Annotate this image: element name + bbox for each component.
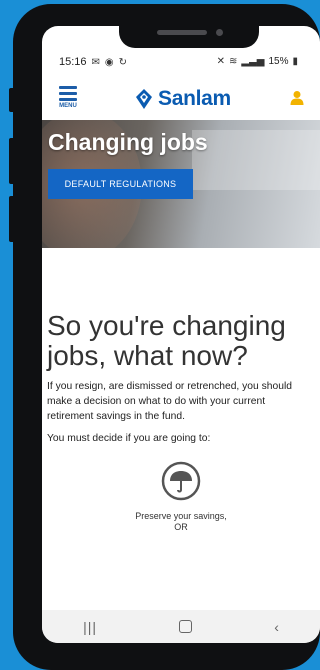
sync-icon: ↻ — [118, 56, 128, 68]
sanlam-logo-icon — [136, 89, 152, 109]
wifi-icon: ≋ — [229, 56, 238, 67]
phone-frame: 15:16 ✉ ◉ ↻ ✕ ≋ ▂▃▅ 15% ▮ MENU Sanlam Ch… — [13, 4, 320, 670]
brand-logo[interactable]: Sanlam — [134, 87, 231, 111]
speaker — [157, 30, 207, 35]
intro-paragraph: If you resign, are dismissed or retrench… — [47, 381, 292, 423]
status-time: 15:16 — [59, 56, 87, 68]
front-camera — [216, 29, 223, 36]
menu-button[interactable]: MENU — [56, 86, 80, 109]
default-regulations-button[interactable]: DEFAULT REGULATIONS — [48, 169, 193, 199]
mute-icon: ✕ — [216, 56, 225, 67]
home-icon[interactable] — [179, 620, 193, 633]
app-icon: ◉ — [104, 56, 114, 68]
preserve-option-label[interactable]: Preserve your savings, — [102, 511, 260, 522]
decision-paragraph: You must decide if you are going to: — [47, 433, 211, 445]
recent-apps-icon[interactable]: ||| — [83, 619, 97, 635]
back-icon[interactable]: ‹ — [274, 619, 279, 635]
hero-banner: Changing jobs DEFAULT REGULATIONS — [42, 120, 320, 248]
signal-icon: ▂▃▅ — [241, 56, 265, 67]
hero-image-window — [192, 130, 320, 190]
brand-name: Sanlam — [158, 87, 231, 110]
umbrella-icon[interactable] — [161, 461, 201, 501]
status-bar: 15:16 ✉ ◉ ↻ ✕ ≋ ▂▃▅ 15% ▮ — [42, 56, 320, 76]
section-headline: So you're changing jobs, what now? — [47, 309, 286, 371]
option-separator: OR — [174, 522, 188, 532]
app-header: MENU Sanlam — [42, 82, 320, 120]
page-title: Changing jobs — [48, 129, 208, 155]
phone-notch — [119, 18, 259, 48]
battery-level: 15% — [268, 56, 289, 67]
menu-label: MENU — [59, 103, 77, 109]
mail-icon: ✉ — [91, 56, 100, 68]
screen: 15:16 ✉ ◉ ↻ ✕ ≋ ▂▃▅ 15% ▮ MENU Sanlam Ch… — [42, 26, 320, 643]
android-nav-bar: ||| ‹ — [42, 610, 320, 643]
user-icon[interactable] — [290, 90, 304, 106]
hamburger-menu-icon — [59, 86, 77, 101]
battery-icon: ▮ — [292, 56, 298, 67]
